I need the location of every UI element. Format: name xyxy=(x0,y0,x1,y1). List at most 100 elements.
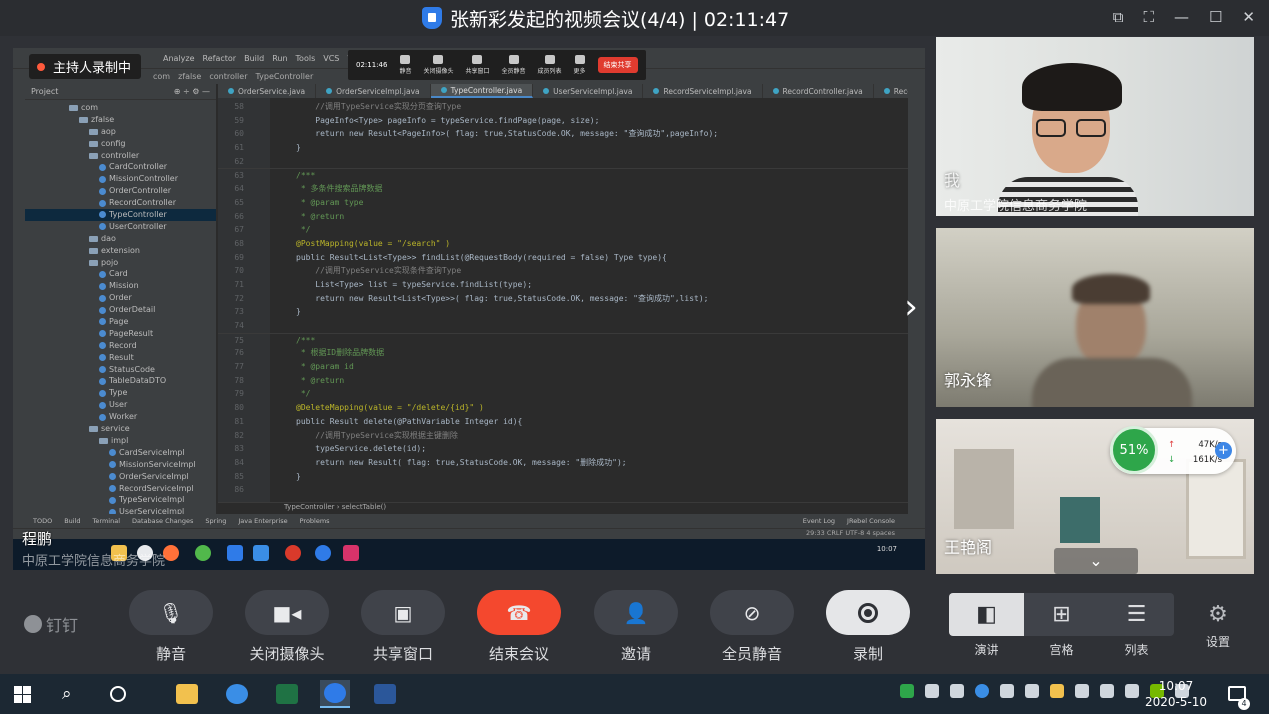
tree-item[interactable]: extension xyxy=(25,245,216,257)
ide-tool-window[interactable]: Spring xyxy=(205,517,226,525)
settings-button[interactable]: ⚙ 设置 xyxy=(1196,602,1240,650)
code-area[interactable]: 58 //调用TypeService实现分页查询Type 59 PageInfo<… xyxy=(218,100,908,497)
ide-nav-crumb[interactable]: controller xyxy=(209,72,247,81)
ide-menu-item[interactable]: Run xyxy=(272,54,287,63)
end-share-button[interactable]: 结束共享 xyxy=(597,57,638,73)
minimize-icon[interactable]: — xyxy=(1174,8,1189,26)
tray-app-icon[interactable] xyxy=(900,684,914,698)
tree-item[interactable]: config xyxy=(25,138,216,150)
tray-utility-icon[interactable] xyxy=(1050,684,1064,698)
tree-item[interactable]: TypeServiceImpl xyxy=(25,494,216,506)
tree-item[interactable]: Record xyxy=(25,340,216,352)
tree-item[interactable]: TableDataDTO xyxy=(25,375,216,387)
maximize-icon[interactable]: ☐ xyxy=(1209,8,1222,26)
tree-item[interactable]: Result xyxy=(25,352,216,364)
ide-nav-crumb[interactable]: TypeController xyxy=(256,72,314,81)
mini-window-icon[interactable]: ⧉ xyxy=(1113,8,1124,26)
network-widget[interactable]: 51% ↑ 47K/s ↓ 161K/s + xyxy=(1110,426,1236,474)
tree-item[interactable]: RecordServiceImpl xyxy=(25,483,216,495)
ide-tool-window[interactable]: Database Changes xyxy=(132,517,193,525)
ide-tool-window[interactable]: Build xyxy=(64,517,80,525)
video-tile-self[interactable]: 我 中原工学院信息商务学院 xyxy=(936,37,1254,216)
editor-tab[interactable]: TypeController.java xyxy=(430,84,534,98)
dingtalk-tray-icon[interactable] xyxy=(975,684,989,698)
tree-item[interactable]: Worker xyxy=(25,411,216,423)
task-view-icon[interactable] xyxy=(110,686,126,702)
tree-item[interactable]: User xyxy=(25,399,216,411)
mute-button[interactable]: 🎙 静音 xyxy=(129,590,213,664)
share-toolbar-item[interactable]: 全员静音 xyxy=(502,55,526,75)
windows-start-icon[interactable] xyxy=(14,686,31,703)
tree-item[interactable]: Card xyxy=(25,268,216,280)
ide-menu-item[interactable]: Tools xyxy=(296,54,316,63)
tree-item[interactable]: CardServiceImpl xyxy=(25,447,216,459)
ide-tool-window[interactable]: JRebel Console xyxy=(847,517,895,525)
tree-item[interactable]: Page xyxy=(25,316,216,328)
tree-item[interactable]: OrderDetail xyxy=(25,304,216,316)
tree-item[interactable]: aop xyxy=(25,126,216,138)
speaker-layout-icon[interactable]: ◧ xyxy=(949,593,1024,636)
tree-item[interactable]: Order xyxy=(25,292,216,304)
ide-tool-window[interactable]: Java Enterprise xyxy=(238,517,287,525)
fullscreen-icon[interactable]: ⛶ xyxy=(1143,8,1154,26)
display-icon[interactable] xyxy=(1075,684,1089,698)
tree-item[interactable]: UserController xyxy=(25,221,216,233)
editor-tab[interactable]: OrderService.java xyxy=(218,84,317,98)
tree-item[interactable]: CardController xyxy=(25,161,216,173)
ide-menu-item[interactable]: Refactor xyxy=(203,54,237,63)
tree-item[interactable]: StatusCode xyxy=(25,364,216,376)
tree-item[interactable]: MissionController xyxy=(25,173,216,185)
search-icon[interactable]: ⌕ xyxy=(62,684,72,704)
ide-nav-crumb[interactable]: com xyxy=(153,72,170,81)
tree-item[interactable]: TypeController xyxy=(25,209,216,221)
ide-menu-item[interactable]: VCS xyxy=(323,54,339,63)
tree-item[interactable]: zfalse xyxy=(25,114,216,126)
video-tile-participant-2[interactable]: 郭永锋 xyxy=(936,228,1254,407)
taskbar-meeting[interactable] xyxy=(320,680,350,708)
mute-all-button[interactable]: ⊘ 全员静音 xyxy=(710,590,794,664)
record-button[interactable]: 录制 xyxy=(826,590,910,664)
taskbar-excel[interactable] xyxy=(272,680,302,708)
share-toolbar-item[interactable]: 静音 xyxy=(399,55,411,75)
collapse-chevron-icon[interactable]: ⌄ xyxy=(1054,548,1138,574)
tree-item[interactable]: pojo xyxy=(25,257,216,269)
volume-icon[interactable] xyxy=(1125,684,1139,698)
mail-icon[interactable] xyxy=(1025,684,1039,698)
ide-nav-crumb[interactable]: zfalse xyxy=(178,72,201,81)
taskbar-word[interactable] xyxy=(370,680,400,708)
tree-item[interactable]: Mission xyxy=(25,280,216,292)
tree-item[interactable]: Type xyxy=(25,387,216,399)
ide-tool-window[interactable]: Terminal xyxy=(93,517,120,525)
project-panel-title[interactable]: Project xyxy=(31,87,58,96)
share-window-button[interactable]: ▣ 共享窗口 xyxy=(361,590,445,664)
microphone-tray-icon[interactable] xyxy=(925,684,939,698)
wifi-icon[interactable] xyxy=(1100,684,1114,698)
ide-menu-item[interactable]: Analyze xyxy=(163,54,195,63)
tree-item[interactable]: PageResult xyxy=(25,328,216,340)
tree-item[interactable]: MissionServiceImpl xyxy=(25,459,216,471)
shield-icon[interactable] xyxy=(950,684,964,698)
close-icon[interactable]: ✕ xyxy=(1242,8,1255,26)
taskbar-dingtalk[interactable] xyxy=(222,680,252,708)
ide-tool-window[interactable]: Problems xyxy=(300,517,330,525)
editor-tab[interactable]: OrderServiceImpl.java xyxy=(316,84,431,98)
end-meeting-button[interactable]: ☎ 结束会议 xyxy=(477,590,561,664)
tree-item[interactable]: impl xyxy=(25,435,216,447)
tree-item[interactable]: OrderServiceImpl xyxy=(25,471,216,483)
next-page-chevron-icon[interactable]: › xyxy=(896,282,926,332)
grid-layout-icon[interactable]: ⊞ xyxy=(1024,593,1099,636)
share-toolbar-item[interactable]: 更多 xyxy=(574,55,586,75)
tree-item[interactable]: RecordController xyxy=(25,197,216,209)
tree-item[interactable]: controller xyxy=(25,150,216,162)
invite-button[interactable]: 👤 邀请 xyxy=(594,590,678,664)
tree-item[interactable]: OrderController xyxy=(25,185,216,197)
share-toolbar-item[interactable]: 成员列表 xyxy=(538,55,562,75)
ide-menu-item[interactable]: Build xyxy=(244,54,264,63)
editor-tab[interactable]: RecordController.java xyxy=(763,84,874,98)
ide-tool-window[interactable]: Event Log xyxy=(803,517,835,525)
taskbar-explorer[interactable] xyxy=(172,680,202,708)
taskbar-clock[interactable]: 10:07 2020-5-10 xyxy=(1138,678,1214,710)
share-toolbar-item[interactable]: 共享窗口 xyxy=(465,55,490,75)
editor-tab[interactable]: UserServiceImpl.java xyxy=(533,84,644,98)
list-layout-icon[interactable]: ☰ xyxy=(1099,593,1174,636)
